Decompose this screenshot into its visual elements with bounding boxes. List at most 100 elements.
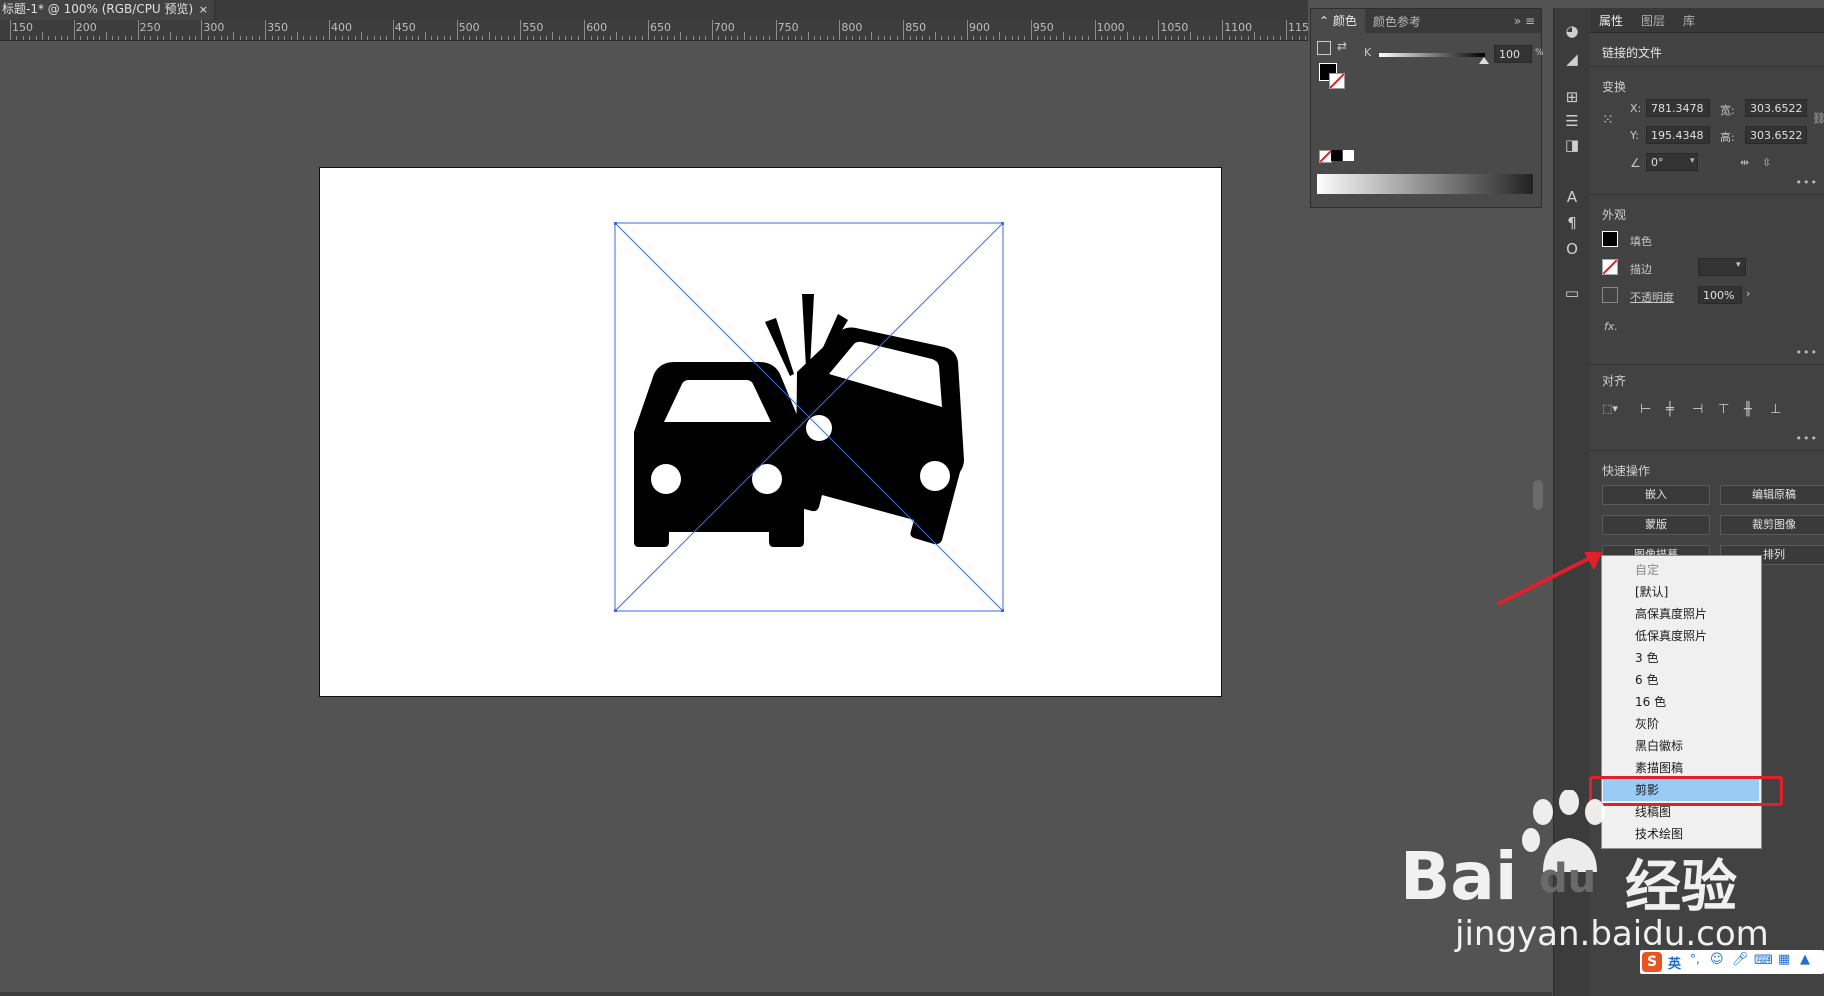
tab-layers[interactable]: 图层 <box>1632 12 1674 29</box>
swap-colors-icon[interactable]: ⇄ <box>1337 39 1347 53</box>
more-align-icon[interactable]: ••• <box>1796 432 1818 445</box>
trace-menu-item[interactable]: 16 色 <box>1603 691 1759 713</box>
x-field[interactable]: 781.3478 <box>1646 99 1710 117</box>
align-horizontal-center-icon[interactable]: ╪ <box>1666 402 1674 417</box>
trace-menu-item[interactable]: 黑白徽标 <box>1603 735 1759 757</box>
flip-horizontal-icon[interactable]: ⇹ <box>1740 156 1749 169</box>
constrain-proportions-icon[interactable]: ⛓ <box>1812 112 1824 125</box>
ruler-minor-tick <box>1196 36 1198 40</box>
height-field[interactable]: 303.6522 <box>1745 126 1807 144</box>
trace-menu-item[interactable]: 3 色 <box>1603 647 1759 669</box>
ruler-minor-tick <box>973 36 975 40</box>
character-panel-icon[interactable]: A <box>1563 188 1581 206</box>
align-vertical-center-icon[interactable]: ╫ <box>1744 402 1752 417</box>
k-channel-label: K <box>1364 46 1372 59</box>
stroke-color-swatch[interactable] <box>1602 259 1618 275</box>
trace-menu-item[interactable]: [默认] <box>1603 581 1759 603</box>
ruler-minor-tick <box>533 36 535 40</box>
ruler-minor-tick <box>1183 36 1185 40</box>
edit-original-button[interactable]: 编辑原稿 <box>1720 485 1824 505</box>
ruler-minor-tick <box>67 36 69 40</box>
punctuation-icon[interactable]: °, <box>1690 952 1700 966</box>
transparency-panel-icon[interactable]: ▭ <box>1563 284 1581 302</box>
default-colors-icon[interactable] <box>1317 41 1331 55</box>
align-to-icon[interactable]: ⬚▾ <box>1602 402 1624 418</box>
skin-icon[interactable]: ▲ <box>1800 952 1810 967</box>
crop-image-button[interactable]: 裁剪图像 <box>1720 515 1824 535</box>
panel-menu-icon[interactable]: » ≡ <box>1514 14 1541 28</box>
ruler-minor-tick <box>807 32 809 40</box>
align-left-icon[interactable]: ⊢ <box>1640 402 1651 417</box>
opacity-field[interactable]: 100% <box>1698 286 1742 304</box>
color-panel-icon[interactable]: ◕ <box>1563 22 1581 40</box>
mask-button[interactable]: 蒙版 <box>1602 515 1710 535</box>
opacity-label[interactable]: 不透明度 <box>1630 289 1674 305</box>
stroke-swatch[interactable] <box>1329 73 1345 89</box>
more-appearance-icon[interactable]: ••• <box>1796 346 1818 359</box>
embed-button[interactable]: 嵌入 <box>1602 485 1710 505</box>
ruler-minor-tick <box>1234 36 1236 40</box>
ruler-minor-tick <box>214 36 216 40</box>
pathfinder-panel-icon[interactable]: ◨ <box>1563 136 1581 154</box>
fx-icon[interactable]: fx. <box>1604 320 1618 333</box>
reference-point-icon[interactable]: ⁙ <box>1602 112 1618 128</box>
apps-icon[interactable]: ▦ <box>1778 952 1790 967</box>
color-spectrum[interactable] <box>1317 174 1533 194</box>
trace-menu-item[interactable]: 6 色 <box>1603 669 1759 691</box>
y-field[interactable]: 195.4348 <box>1646 126 1710 144</box>
stroke-weight-dropdown-icon[interactable]: ▾ <box>1736 260 1741 270</box>
ruler-major-tick <box>1158 20 1160 40</box>
ruler-minor-tick <box>118 36 120 40</box>
flip-vertical-icon[interactable]: ⇳ <box>1762 156 1771 169</box>
scrollbar-thumb[interactable] <box>1533 480 1543 510</box>
keyboard-icon[interactable]: ⌨ <box>1754 953 1773 968</box>
tab-properties[interactable]: 属性 <box>1590 12 1632 29</box>
black-swatch[interactable] <box>1331 150 1342 161</box>
trace-menu-item[interactable]: 灰阶 <box>1603 713 1759 735</box>
trace-menu-item[interactable]: 高保真度照片 <box>1603 603 1759 625</box>
sogou-logo-icon[interactable]: S <box>1642 952 1662 972</box>
ruler-label: 700 <box>713 21 735 34</box>
document-tab[interactable]: 标题-1* @ 100% (RGB/CPU 预览) × <box>0 0 215 20</box>
rotate-dropdown-icon[interactable]: ▾ <box>1690 156 1695 166</box>
ruler-label: 300 <box>203 21 225 34</box>
white-swatch[interactable] <box>1343 150 1354 161</box>
tab-color-guide[interactable]: 颜色参考 <box>1365 13 1429 30</box>
ime-language[interactable]: 英 <box>1668 953 1681 972</box>
ime-toolbar[interactable]: S 英 °, ☺ 🎤︎ ⌨ ▦ ▲ <box>1640 950 1824 974</box>
close-tab-icon[interactable]: × <box>199 0 208 19</box>
placed-image-car-crash[interactable] <box>614 222 1004 612</box>
k-slider-handle[interactable] <box>1479 57 1489 64</box>
emoji-icon[interactable]: ☺ <box>1710 952 1724 967</box>
gradient-panel-icon[interactable]: ◢ <box>1563 50 1581 68</box>
voice-icon[interactable]: 🎤︎ <box>1732 952 1749 967</box>
opentype-panel-icon[interactable]: O <box>1563 240 1581 258</box>
width-field[interactable]: 303.6522 <box>1745 99 1807 117</box>
transform-panel-icon[interactable]: ⊞ <box>1563 88 1581 106</box>
k-slider[interactable] <box>1379 53 1485 57</box>
ruler-minor-tick <box>858 36 860 40</box>
k-value-field[interactable]: 100 <box>1494 45 1532 63</box>
align-top-icon[interactable]: ⊤ <box>1718 402 1729 417</box>
align-panel-icon[interactable]: ☰ <box>1563 112 1581 130</box>
opacity-expand-icon[interactable]: › <box>1746 287 1750 300</box>
ruler-label: 150 <box>12 21 33 34</box>
ruler-minor-tick <box>469 36 471 40</box>
paragraph-panel-icon[interactable]: ¶ <box>1563 214 1581 232</box>
height-label: 高: <box>1720 131 1735 144</box>
ruler-minor-tick <box>1132 36 1134 40</box>
tab-color[interactable]: ⌃ 颜色 <box>1311 9 1365 33</box>
fill-color-swatch[interactable] <box>1602 231 1618 247</box>
tab-libraries[interactable]: 库 <box>1674 12 1704 29</box>
ruler-minor-tick <box>411 36 413 40</box>
ruler-major-tick <box>1094 20 1096 40</box>
ruler-minor-tick <box>1228 36 1230 40</box>
align-bottom-icon[interactable]: ⊥ <box>1770 402 1781 417</box>
ruler-minor-tick <box>303 36 305 40</box>
ruler-major-tick <box>456 20 458 40</box>
more-transform-icon[interactable]: ••• <box>1796 176 1818 189</box>
align-right-icon[interactable]: ⊣ <box>1692 402 1703 417</box>
ruler-minor-tick <box>61 36 63 40</box>
trace-menu-item[interactable]: 低保真度照片 <box>1603 625 1759 647</box>
ruler-minor-tick <box>112 36 114 40</box>
